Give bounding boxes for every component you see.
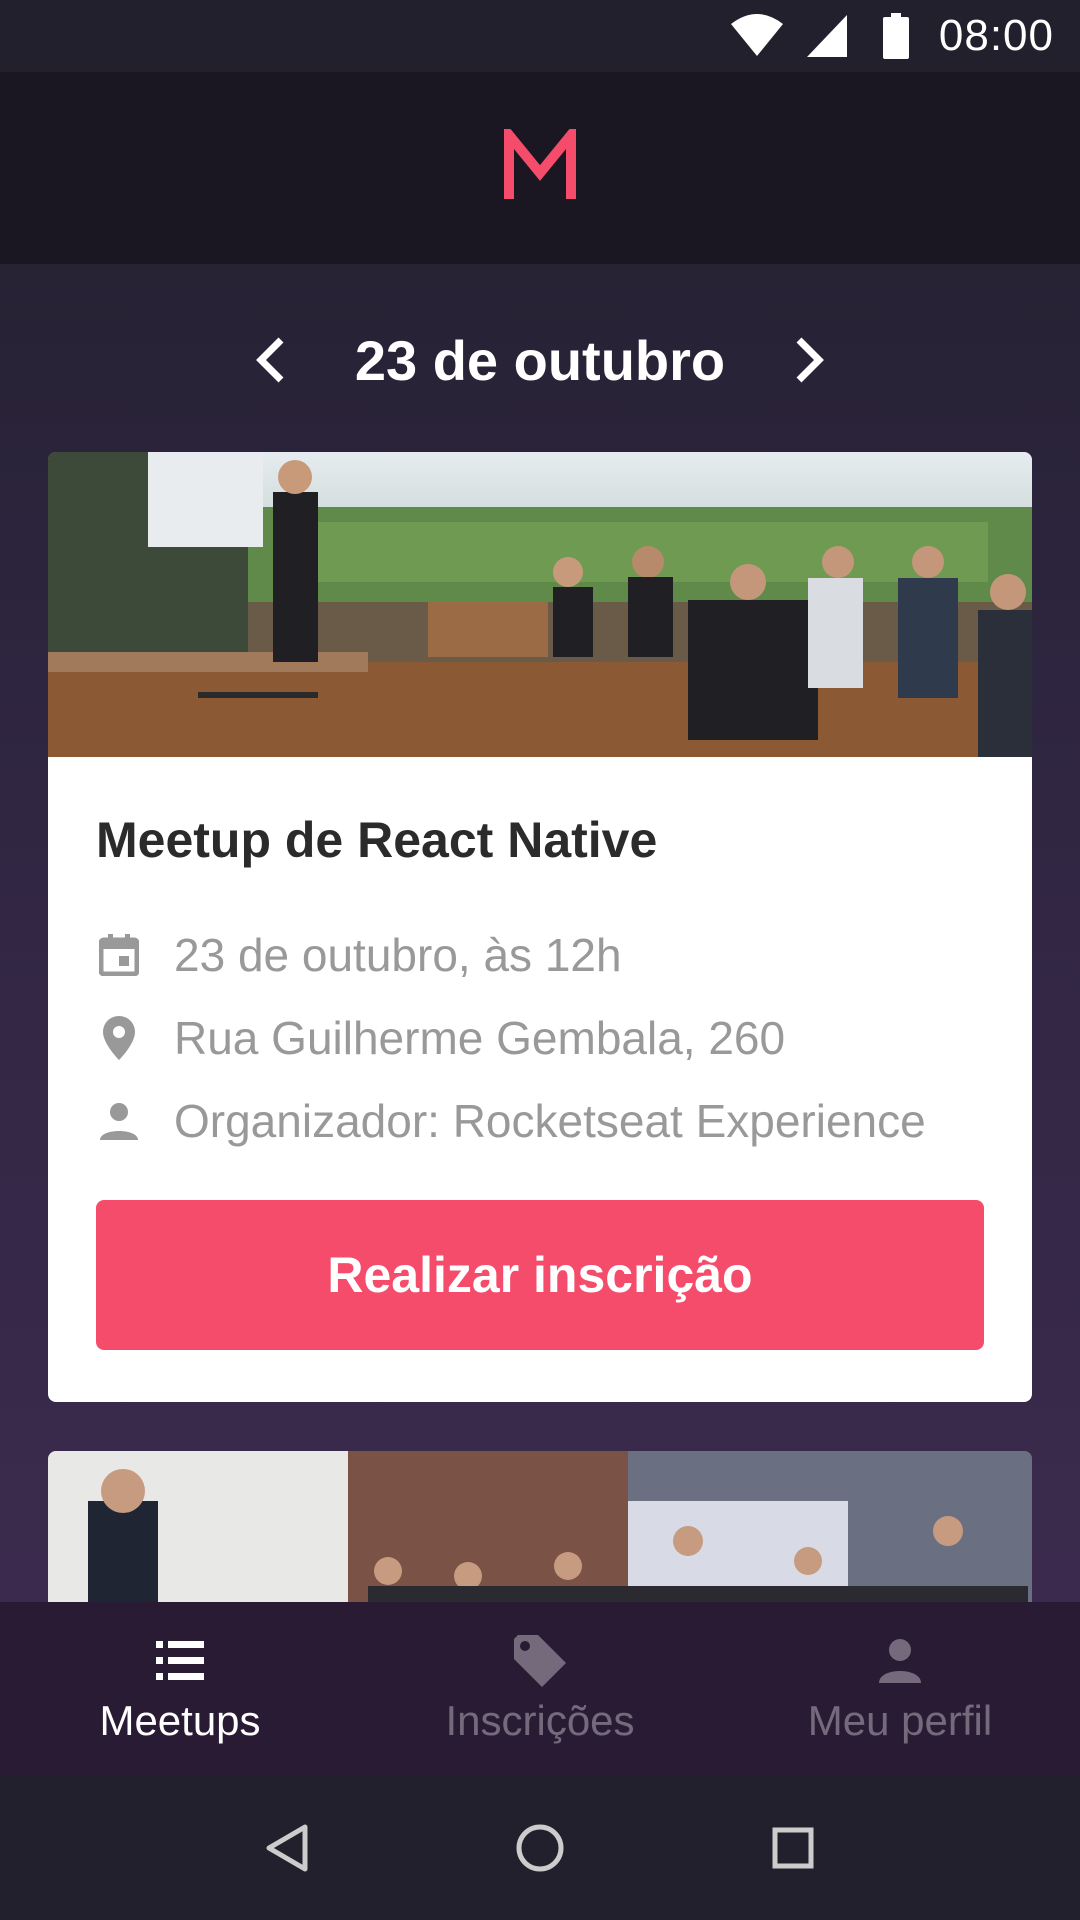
location-pin-icon: [96, 1015, 142, 1061]
calendar-icon: [96, 932, 142, 978]
app-screen: 08:00 23 de outubro Meetup de React Nati…: [0, 0, 1080, 1920]
date-navigation: 23 de outubro: [0, 312, 1080, 408]
bottom-tab-bar: Meetups Inscrições Meu perfil: [0, 1602, 1080, 1776]
back-icon[interactable]: [242, 1803, 332, 1893]
tab-meu-perfil[interactable]: Meu perfil: [720, 1602, 1080, 1776]
tab-label: Meetups: [99, 1697, 261, 1744]
tab-inscricoes[interactable]: Inscrições: [360, 1602, 720, 1776]
status-time: 08:00: [938, 11, 1054, 60]
tab-label: Meu perfil: [807, 1697, 993, 1744]
battery-icon: [882, 13, 909, 59]
meetup-date: 23 de outubro, às 12h: [174, 928, 622, 981]
wifi-icon: [730, 14, 783, 58]
current-date-title: 23 de outubro: [354, 328, 726, 392]
meetup-banner-image: [48, 452, 1032, 757]
system-navigation-bar: [0, 1776, 1080, 1920]
meetup-card[interactable]: Meetup de React Native 23 de outubro, às…: [48, 452, 1032, 1402]
app-logo: [503, 120, 577, 208]
meetup-date-row: 23 de outubro, às 12h: [96, 913, 984, 996]
tab-label: Inscrições: [445, 1697, 635, 1744]
meetup-address-row: Rua Guilherme Gembala, 260: [96, 996, 984, 1079]
meetup-address: Rua Guilherme Gembala, 260: [174, 1011, 786, 1064]
chevron-right-icon[interactable]: [769, 320, 849, 400]
list-icon: [156, 1633, 204, 1689]
subscribe-button[interactable]: Realizar inscrição: [96, 1200, 984, 1350]
meetup-organizer: Organizador: Rocketseat Experience: [174, 1094, 926, 1147]
tab-meetups[interactable]: Meetups: [0, 1602, 360, 1776]
home-icon[interactable]: [495, 1803, 585, 1893]
meetup-title: Meetup de React Native: [96, 812, 658, 868]
tag-icon: [514, 1633, 566, 1689]
person-icon: [879, 1633, 921, 1689]
meetup-organizer-row: Organizador: Rocketseat Experience: [96, 1079, 984, 1162]
chevron-left-icon[interactable]: [231, 320, 311, 400]
status-bar: 08:00: [0, 0, 1080, 72]
app-header: [0, 72, 1080, 264]
meetup-card-body: Meetup de React Native 23 de outubro, às…: [48, 757, 1032, 1350]
recents-icon[interactable]: [748, 1803, 838, 1893]
person-icon: [96, 1098, 142, 1144]
signal-icon: [806, 15, 847, 57]
